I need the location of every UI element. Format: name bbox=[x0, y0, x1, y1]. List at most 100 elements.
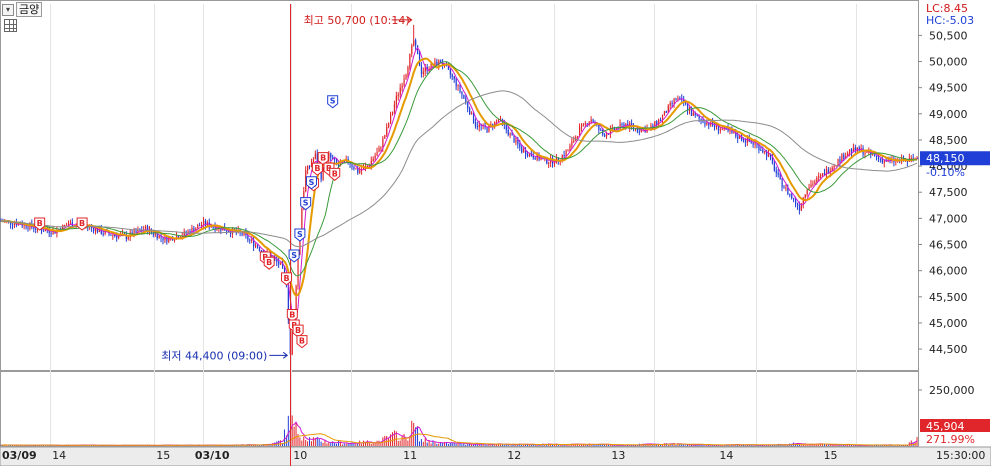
candle-body bbox=[455, 79, 457, 87]
candle-body bbox=[453, 76, 455, 80]
price-tick-label: 46,000 bbox=[929, 265, 968, 278]
signal-letter: B bbox=[320, 154, 326, 163]
candle-body bbox=[742, 140, 745, 142]
candle-body bbox=[249, 239, 251, 241]
x-axis-label: 15 bbox=[824, 449, 838, 462]
candle-body bbox=[158, 235, 160, 239]
candle-body bbox=[791, 194, 793, 199]
candle-body bbox=[397, 94, 399, 96]
candle-body bbox=[154, 233, 156, 235]
candle-body bbox=[351, 164, 353, 167]
candle-body bbox=[671, 103, 673, 105]
candle-body bbox=[496, 120, 498, 122]
price-tick-label: 48,500 bbox=[929, 134, 968, 147]
candle-body bbox=[820, 174, 822, 177]
grid-icon[interactable] bbox=[4, 19, 17, 32]
price-tick-label: 47,000 bbox=[929, 212, 968, 225]
candle-body bbox=[669, 103, 671, 106]
candle-body bbox=[135, 230, 137, 233]
current-price-change: -0.10% bbox=[926, 166, 965, 179]
candle-body bbox=[110, 234, 112, 236]
stock-name-label[interactable]: 금양 bbox=[16, 2, 43, 17]
current-volume-ratio: 271.99% bbox=[926, 433, 975, 446]
candle-body bbox=[553, 163, 556, 165]
candle-body bbox=[457, 85, 459, 87]
candle-body bbox=[459, 85, 461, 92]
candle-body bbox=[393, 104, 396, 112]
candle-body bbox=[380, 147, 382, 149]
candle-body bbox=[505, 124, 507, 130]
x-axis-strip bbox=[0, 446, 991, 467]
candle-body bbox=[390, 114, 392, 124]
candle-body bbox=[255, 245, 257, 247]
price-tick-label: 47,500 bbox=[929, 186, 968, 199]
x-axis-label: 03/10 bbox=[195, 449, 230, 462]
candle-body bbox=[256, 245, 259, 248]
candle-body bbox=[417, 45, 419, 55]
candle-body bbox=[688, 110, 691, 112]
x-axis-label: 13 bbox=[611, 449, 625, 462]
candle-body bbox=[816, 178, 818, 182]
candle-body bbox=[827, 169, 830, 173]
price-tick-label: 45,000 bbox=[929, 317, 968, 330]
candle-body bbox=[515, 139, 517, 143]
candle-body bbox=[476, 126, 479, 128]
candle-body bbox=[796, 203, 799, 207]
signal-letter: B bbox=[266, 258, 272, 267]
candle-body bbox=[513, 135, 515, 143]
price-tick-label: 49,500 bbox=[929, 82, 968, 95]
price-tick-label: 49,000 bbox=[929, 108, 968, 121]
candle-body bbox=[112, 235, 114, 237]
candle-body bbox=[474, 122, 477, 127]
candle-body bbox=[422, 71, 425, 75]
candle-body bbox=[66, 224, 68, 226]
candle-body bbox=[580, 124, 583, 128]
signal-letter: B bbox=[79, 219, 85, 228]
candle-body bbox=[382, 138, 384, 148]
candle-body bbox=[69, 222, 72, 224]
chart-toolbar: ▾ 금양 bbox=[2, 2, 43, 17]
candle-body bbox=[598, 124, 600, 130]
candle-body bbox=[35, 228, 37, 230]
candle-body bbox=[638, 131, 641, 133]
candle-body bbox=[509, 133, 511, 135]
candle-body bbox=[872, 154, 874, 156]
arrow-down-icon[interactable]: ▾ bbox=[2, 3, 14, 16]
candle-body bbox=[478, 124, 480, 128]
candle-body bbox=[812, 184, 814, 186]
candle-body bbox=[314, 153, 317, 160]
candle-body bbox=[729, 130, 731, 132]
candle-body bbox=[690, 110, 693, 116]
candle-body bbox=[582, 123, 585, 125]
candle-body bbox=[665, 111, 668, 113]
signal-letter: B bbox=[295, 326, 301, 335]
candle-body bbox=[781, 178, 783, 188]
candle-body bbox=[307, 165, 309, 171]
candle-body bbox=[675, 98, 677, 100]
candle-body bbox=[760, 150, 762, 152]
candle-body bbox=[768, 153, 770, 157]
candle-body bbox=[366, 165, 369, 167]
candle-body bbox=[910, 157, 912, 159]
candle-body bbox=[806, 190, 808, 195]
candle-body bbox=[606, 133, 608, 137]
candle-body bbox=[685, 103, 687, 105]
candle-body bbox=[357, 168, 359, 173]
candle-body bbox=[569, 145, 571, 151]
candle-body bbox=[521, 147, 523, 153]
candle-body bbox=[388, 123, 390, 128]
candle-body bbox=[810, 184, 812, 188]
candle-body bbox=[507, 129, 509, 135]
candle-body bbox=[386, 127, 388, 136]
candle-body bbox=[590, 119, 592, 123]
candle-body bbox=[881, 159, 884, 163]
candle-body bbox=[604, 134, 606, 137]
price-pane bbox=[0, 0, 919, 371]
candle-body bbox=[405, 74, 407, 80]
signal-letter: B bbox=[37, 219, 43, 228]
candle-body bbox=[12, 224, 14, 226]
candle-body bbox=[818, 176, 820, 179]
candle-body bbox=[779, 174, 781, 179]
candle-body bbox=[874, 154, 876, 156]
candle-body bbox=[519, 144, 521, 148]
